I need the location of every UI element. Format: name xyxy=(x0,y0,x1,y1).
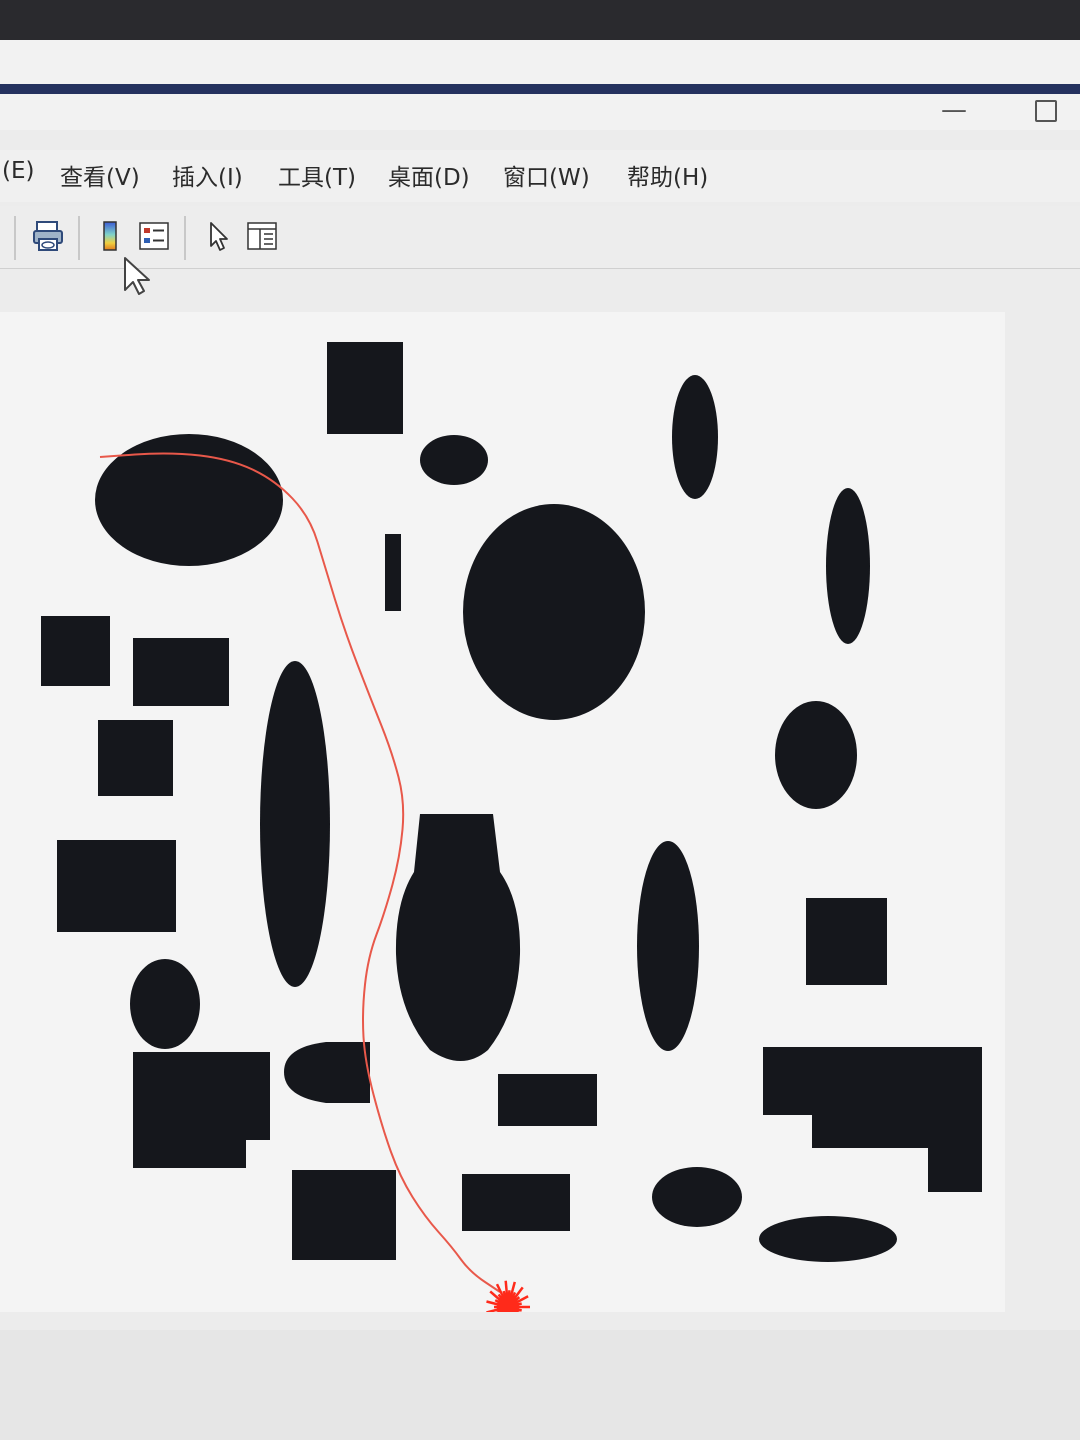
toolbar-separator xyxy=(14,216,16,260)
maximize-icon[interactable] xyxy=(1026,90,1066,130)
obstacle-ellipse xyxy=(826,488,870,644)
obstacle-ellipse xyxy=(775,701,857,809)
menu-edit[interactable]: (E) xyxy=(2,158,34,184)
obstacle-ellipse xyxy=(130,959,200,1049)
obstacle-rect xyxy=(98,720,173,796)
toolbar xyxy=(0,206,1080,269)
menu-window[interactable]: 窗口(W) xyxy=(503,158,590,192)
title-bar: — xyxy=(0,40,1080,130)
menu-help[interactable]: 帮助(H) xyxy=(627,158,708,192)
obstacle-ellipse xyxy=(637,841,699,1051)
obstacle-notched-rect xyxy=(133,1052,270,1168)
menu-insert[interactable]: 插入(I) xyxy=(172,158,243,192)
obstacle-rect xyxy=(292,1170,396,1260)
obstacle-rect xyxy=(41,616,110,686)
menu-view[interactable]: 查看(V) xyxy=(60,158,140,192)
obstacle-map-plot xyxy=(41,342,982,1334)
obstacle-ellipse xyxy=(463,504,645,720)
toolbar-separator xyxy=(78,216,80,260)
obstacle-l-shape xyxy=(763,1047,982,1192)
arrow-pointer-icon[interactable] xyxy=(198,216,238,256)
toolbar-separator xyxy=(184,216,186,260)
menu-tools[interactable]: 工具(T) xyxy=(278,158,356,192)
obstacle-rect xyxy=(462,1174,570,1231)
menu-bar: (E) 查看(V) 插入(I) 工具(T) 桌面(D) 窗口(W) 帮助(H) xyxy=(0,150,1080,202)
minimize-icon[interactable]: — xyxy=(934,90,974,130)
colorbar-icon[interactable] xyxy=(90,216,130,256)
figure-window: — (E) 查看(V) 插入(I) 工具(T) 桌面(D) 窗口(W) 帮助(H… xyxy=(0,40,1080,1440)
obstacle-rect xyxy=(385,534,401,611)
obstacle-rect xyxy=(57,840,176,932)
obstacle-rect xyxy=(327,342,403,434)
obstacle-ellipse xyxy=(672,375,718,499)
obstacle-ellipse xyxy=(759,1216,897,1262)
print-icon[interactable] xyxy=(28,216,68,256)
figure-canvas[interactable] xyxy=(0,312,1005,1334)
obstacle-half-ellipse xyxy=(284,1042,370,1103)
mouse-cursor-icon xyxy=(124,257,150,295)
menu-desktop[interactable]: 桌面(D) xyxy=(388,158,470,192)
obstacle-ellipse xyxy=(652,1167,742,1227)
obstacle-ellipse xyxy=(260,661,330,987)
obstacle-rect xyxy=(498,1074,597,1126)
monitor-bezel xyxy=(0,0,1080,40)
title-bar-accent xyxy=(0,84,1080,94)
window-bottom-area xyxy=(0,1330,1080,1440)
legend-icon[interactable] xyxy=(134,216,174,256)
property-inspector-icon[interactable] xyxy=(242,216,282,256)
obstacle-vase xyxy=(395,814,521,1061)
goal-marker xyxy=(486,1280,530,1334)
obstacle-ellipse xyxy=(420,435,488,485)
obstacle-rect xyxy=(806,898,887,985)
obstacle-rect xyxy=(133,638,229,706)
